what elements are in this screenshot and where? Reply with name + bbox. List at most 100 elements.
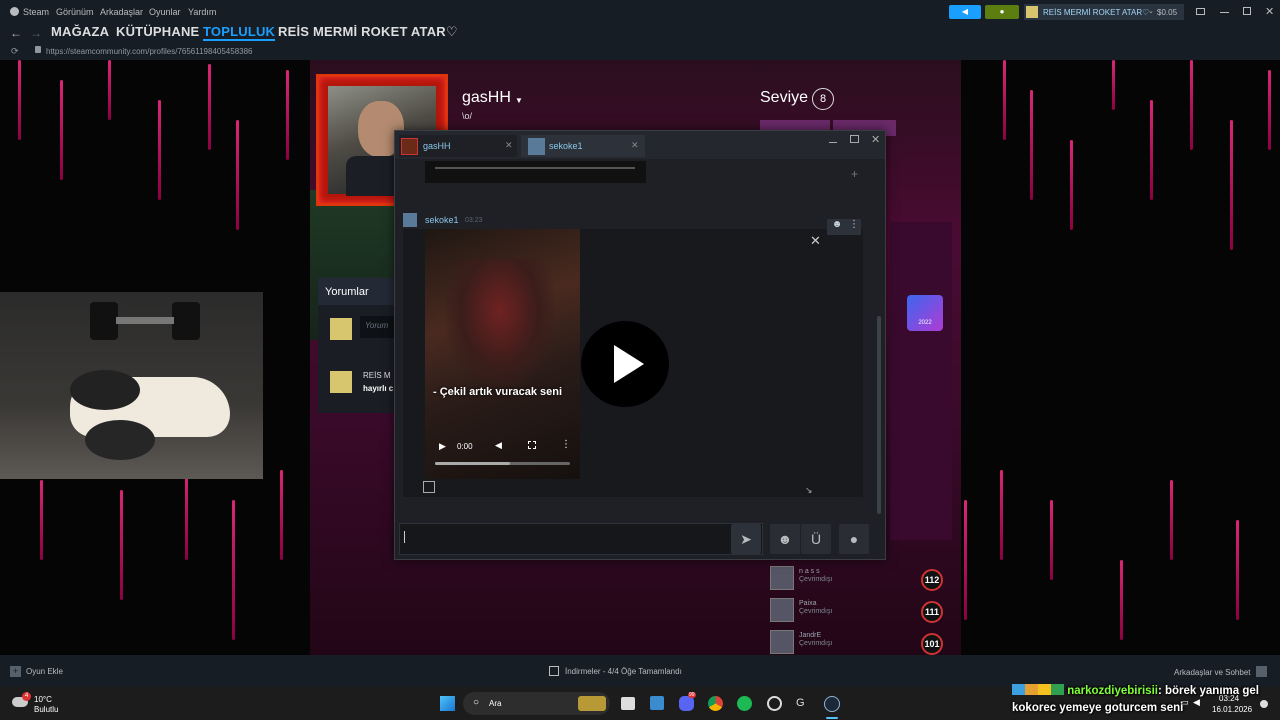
announcement-button[interactable]: ◀ bbox=[949, 5, 981, 19]
neon-stripe bbox=[120, 490, 123, 600]
profile-tagline: \o/ bbox=[462, 111, 473, 121]
more-options-icon[interactable]: ⋮ bbox=[847, 219, 861, 235]
weather-badge: 4 bbox=[22, 692, 31, 701]
neon-stripe bbox=[1230, 120, 1233, 250]
vscode-icon[interactable] bbox=[650, 696, 664, 710]
close-icon[interactable]: ✕ bbox=[871, 133, 880, 146]
chat-icon bbox=[1255, 666, 1267, 677]
chat-scrollbar[interactable] bbox=[877, 316, 881, 514]
chevron-down-icon[interactable]: ▼ bbox=[515, 96, 523, 105]
close-embed-icon[interactable]: ✕ bbox=[810, 233, 821, 249]
chevron-down-icon: ⌄ bbox=[1148, 8, 1154, 15]
resize-icon[interactable]: ↘ bbox=[805, 485, 813, 496]
message-author[interactable]: sekoke1 bbox=[425, 215, 459, 225]
big-picture-icon[interactable] bbox=[1196, 8, 1205, 15]
search-highlight-image bbox=[578, 696, 606, 711]
back-arrow-icon[interactable]: ← bbox=[10, 26, 22, 40]
nav-store[interactable]: MAĞAZA bbox=[51, 24, 109, 39]
add-game-button[interactable]: + Oyun Ekle bbox=[10, 666, 63, 677]
emoji-button[interactable]: ☻ bbox=[770, 524, 800, 554]
volume-icon[interactable]: ◀ bbox=[495, 440, 502, 451]
friend-status: Çevrimdışı bbox=[799, 640, 833, 647]
nav-library[interactable]: KÜTÜPHANE bbox=[116, 24, 199, 39]
chat-tab-gashh[interactable]: gasHH ✕ bbox=[399, 135, 517, 157]
video-caption: - Çekil artık vuracak seni bbox=[433, 386, 563, 398]
profile-name[interactable]: gasHH bbox=[462, 89, 511, 107]
video-progress[interactable] bbox=[435, 462, 570, 465]
neon-stripe bbox=[1190, 60, 1193, 150]
discord-icon[interactable]: 99 bbox=[679, 692, 696, 711]
refresh-icon[interactable]: ⟳ bbox=[11, 46, 19, 57]
video-player[interactable]: - Çekil artık vuracak seni ▶ 0:00 ◀ ⋮ bbox=[425, 229, 580, 479]
tab-name: sekoke1 bbox=[549, 141, 583, 151]
neon-stripe bbox=[1000, 470, 1003, 560]
steam-taskbar-icon[interactable] bbox=[824, 696, 840, 712]
start-button[interactable] bbox=[440, 696, 455, 711]
close-icon[interactable]: ✕ bbox=[505, 140, 513, 151]
megaphone-icon: ◀ bbox=[961, 7, 969, 16]
neon-stripe bbox=[1112, 60, 1115, 110]
menu-games[interactable]: Oyunlar bbox=[149, 7, 181, 17]
chat-input[interactable] bbox=[399, 523, 763, 555]
minimize-icon[interactable] bbox=[1220, 12, 1229, 13]
emoji-reaction-icon[interactable]: ☻ bbox=[827, 219, 847, 235]
neon-stripe bbox=[158, 100, 161, 200]
friend-avatar bbox=[770, 630, 794, 654]
clock-app-icon[interactable] bbox=[767, 696, 782, 711]
open-external-icon[interactable] bbox=[423, 481, 435, 493]
fullscreen-icon[interactable] bbox=[528, 441, 536, 449]
weather-widget[interactable]: 4 10°C Bulutlu bbox=[12, 692, 82, 716]
close-icon[interactable]: ✕ bbox=[631, 140, 639, 151]
badge-year: 2022 bbox=[918, 320, 932, 326]
taskbar-search[interactable]: ○ Ara bbox=[463, 692, 610, 715]
neon-stripe bbox=[1150, 100, 1153, 200]
message-avatar[interactable] bbox=[403, 213, 417, 227]
maximize-icon[interactable] bbox=[1243, 7, 1251, 15]
chrome-icon[interactable] bbox=[708, 696, 723, 711]
voice-chat-button[interactable]: ● bbox=[839, 524, 869, 554]
menu-view[interactable]: Görünüm bbox=[56, 7, 94, 17]
comments-panel: Yorumlar Yorum REİS M hayırlı c bbox=[318, 278, 406, 413]
account-menu[interactable]: REİS MERMİ ROKET ATAR♡ ⌄ $0.05 bbox=[1024, 4, 1184, 20]
close-icon[interactable]: ✕ bbox=[1265, 5, 1274, 18]
neon-stripe bbox=[236, 120, 239, 230]
downloads-status[interactable]: İndirmeler - 4/4 Öğe Tamamlandı bbox=[549, 666, 682, 676]
spotify-icon[interactable] bbox=[737, 696, 752, 711]
neon-stripe bbox=[1003, 60, 1006, 140]
forward-arrow-icon[interactable]: → bbox=[30, 26, 42, 40]
neon-stripe bbox=[286, 70, 289, 160]
badge-2022[interactable]: 2022 bbox=[907, 295, 943, 331]
weather-temp: 10°C bbox=[34, 695, 52, 704]
app-icon[interactable]: G bbox=[796, 697, 810, 711]
chat-history: + sekoke1 03:23 ☻ ⋮ ✕ - Çekil artık vura… bbox=[403, 161, 875, 516]
send-button[interactable]: ➤ bbox=[731, 524, 761, 554]
video-progress-fill bbox=[435, 462, 510, 465]
play-icon[interactable]: ▶ bbox=[439, 441, 446, 452]
friends-chat-button[interactable]: Arkadaşlar ve Sohbet bbox=[1174, 666, 1267, 677]
comment-avatar[interactable] bbox=[330, 371, 352, 393]
menu-help[interactable]: Yardım bbox=[188, 7, 216, 17]
url-text[interactable]: https://steamcommunity.com/profiles/7656… bbox=[46, 47, 253, 56]
notification-button[interactable]: ● bbox=[985, 5, 1019, 19]
dumbbell-top bbox=[90, 302, 200, 340]
chat-tab-sekoke1[interactable]: sekoke1 ✕ bbox=[521, 135, 645, 157]
more-options-icon[interactable]: ⋮ bbox=[561, 439, 571, 450]
task-view-icon[interactable] bbox=[621, 697, 635, 710]
big-play-button[interactable] bbox=[581, 321, 669, 407]
attach-button[interactable]: Ü bbox=[801, 524, 831, 554]
account-avatar bbox=[1026, 6, 1038, 18]
maximize-icon[interactable] bbox=[850, 135, 859, 143]
steam-logo-icon[interactable] bbox=[10, 7, 19, 16]
friend-level-badge: 112 bbox=[921, 569, 943, 591]
menu-steam[interactable]: Steam bbox=[23, 7, 49, 17]
wallet-balance: $0.05 bbox=[1157, 8, 1178, 17]
minimize-icon[interactable] bbox=[829, 142, 837, 143]
nav-username[interactable]: REİS MERMİ ROKET ATAR♡ bbox=[278, 24, 458, 40]
menu-friends[interactable]: Arkadaşlar bbox=[100, 7, 143, 17]
add-friend-icon[interactable]: + bbox=[851, 167, 858, 181]
nav-community[interactable]: TOPLULUK bbox=[203, 24, 276, 41]
friend-avatar bbox=[770, 598, 794, 622]
comment-author[interactable]: REİS M bbox=[363, 371, 391, 380]
friend-name: JandrE bbox=[799, 632, 822, 639]
side-panel bbox=[890, 222, 952, 540]
